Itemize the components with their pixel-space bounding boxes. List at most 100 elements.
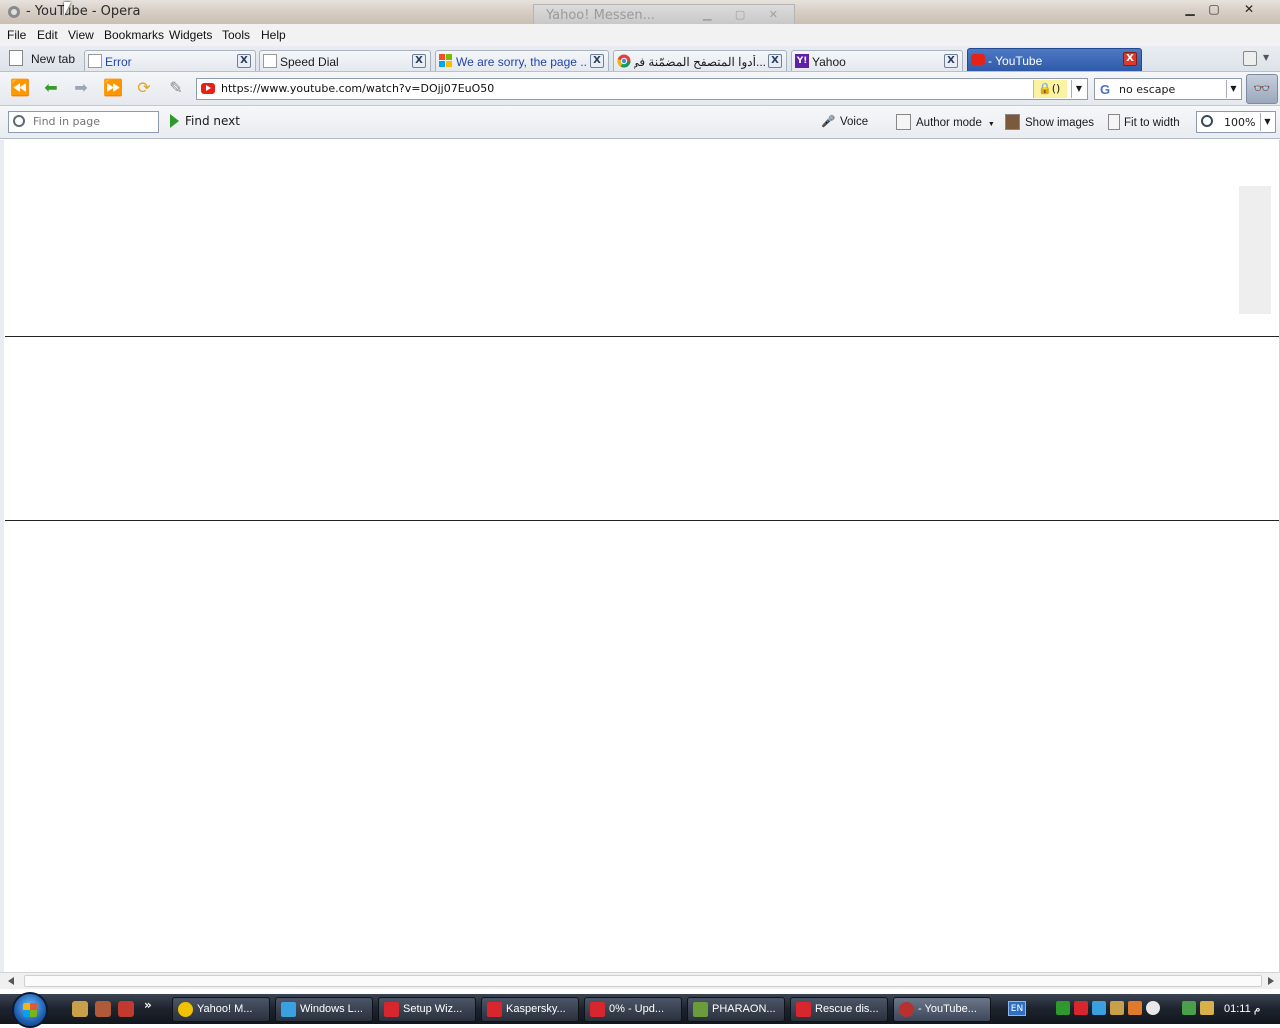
close-tab-icon[interactable]: X [237,54,251,68]
horizontal-scrollbar[interactable] [0,972,1280,989]
find-in-page-input[interactable] [33,115,153,128]
glasses-icon[interactable]: 👓 [1246,74,1278,104]
network-icon[interactable] [1110,1001,1124,1015]
close-tab-icon[interactable]: X [768,54,782,68]
kaspersky-icon [384,1002,399,1017]
menu-file[interactable]: File [7,28,26,42]
menu-help[interactable]: Help [261,28,286,42]
address-field[interactable]: https://www.youtube.com/watch?v=DOjj07Eu… [196,78,1088,100]
reload-button[interactable]: ⟳ [132,78,156,100]
tab-bar: New tab Error X Speed Dial X We are sorr… [0,46,1280,72]
smiley-icon[interactable] [1146,1001,1160,1015]
window-title: - YouTube - Opera [26,4,141,19]
close-tab-icon[interactable]: X [590,54,604,68]
security-badge[interactable]: 🔒() [1033,80,1067,98]
quick-launch-icon[interactable] [95,1001,111,1017]
close-tab-icon[interactable]: X [1123,52,1137,66]
opera-icon[interactable] [118,1001,134,1017]
background-window-controls: ▁ ▢ ✕ [702,8,788,21]
back-button[interactable]: ⬅ [39,78,63,100]
trash-icon[interactable] [1243,51,1257,66]
quick-launch-icon[interactable] [72,1001,88,1017]
taskbar-item-windows-live[interactable]: Windows L... [275,997,373,1022]
maximize-button[interactable]: ▢ [1203,1,1225,18]
menu-tools[interactable]: Tools [222,28,250,42]
tab-yahoo[interactable]: Y! Yahoo X [791,50,963,71]
fit-width-icon [1108,114,1120,130]
embedded-scroll-area[interactable] [1239,186,1271,314]
flag-icon[interactable] [1056,1001,1070,1015]
forward-button[interactable]: ➡ [69,78,93,100]
kaspersky-icon [796,1002,811,1017]
taskbar-item-setup-wizard[interactable]: Setup Wiz... [378,997,476,1022]
close-tab-icon[interactable]: X [412,54,426,68]
menu-widgets[interactable]: Widgets [169,28,212,42]
chevron-down-icon[interactable]: ▼ [1263,53,1269,62]
yahoo-icon: Y! [795,54,809,68]
mouse-cursor [64,2,71,16]
menu-edit[interactable]: Edit [37,28,58,42]
minimize-button[interactable]: ▁ [1179,1,1201,18]
find-next-button[interactable]: Find next [170,114,240,128]
author-mode-button[interactable]: Author mode ▼ [896,114,995,130]
page-icon [263,54,277,68]
start-button[interactable] [12,992,48,1028]
taskbar-item-yahoo-messenger[interactable]: Yahoo! M... [172,997,270,1022]
fast-forward-button[interactable]: ⏩ [101,78,125,100]
taskbar-item-pharaon[interactable]: PHARAON... [687,997,785,1022]
taskbar-item-label: Setup Wiz... [403,1003,463,1015]
scroll-right-icon[interactable] [1268,977,1274,985]
menu-bookmarks[interactable]: Bookmarks [104,28,164,42]
tab-youtube[interactable]: - YouTube X [967,48,1142,71]
rewind-button[interactable]: ⏪ [8,78,32,100]
scroll-left-icon[interactable] [8,977,14,985]
edit-site-prefs-button[interactable]: ✎ [164,78,188,100]
tab-we-are-sorry[interactable]: We are sorry, the page ... X [435,50,609,71]
search-dropdown-button[interactable]: ▼ [1226,80,1240,98]
chevron-right-icon[interactable]: » [144,998,152,1012]
tool-icon[interactable] [1128,1001,1142,1015]
google-icon[interactable]: G [1100,82,1110,97]
taskbar: » Yahoo! M... Windows L... Setup Wiz... … [0,992,1280,1028]
scrollbar-thumb[interactable] [24,975,1262,987]
taskbar-item-update[interactable]: 0% - Upd... [584,997,682,1022]
clock[interactable]: 01:11 م [1224,1002,1261,1015]
show-images-button[interactable]: Show images [1005,114,1094,130]
url-text[interactable]: https://www.youtube.com/watch?v=DOjj07Eu… [221,82,494,95]
kaspersky-icon [487,1002,502,1017]
kaspersky-icon[interactable] [1074,1001,1088,1015]
new-tab-icon [9,50,23,66]
zoom-control[interactable]: 100% ▼ [1196,111,1276,133]
find-in-page-field[interactable] [8,111,159,133]
play-icon [170,114,179,128]
tab-label: Speed Dial [280,55,339,69]
title-bar: - YouTube - Opera Yahoo! Messen... ▁ ▢ ✕… [0,0,1280,24]
search-text[interactable]: no escape [1119,83,1175,96]
address-dropdown-button[interactable]: ▼ [1071,80,1086,98]
find-bar: Find next 🎤 Voice Author mode ▼ Show image… [0,106,1280,139]
background-window-title[interactable]: Yahoo! Messen... ▁ ▢ ✕ [533,4,795,24]
fit-to-width-button[interactable]: Fit to width [1108,114,1180,130]
close-window-button[interactable]: ✕ [1228,1,1270,18]
lock-icon: 🔒 [1038,82,1052,95]
tab-speed-dial[interactable]: Speed Dial X [259,50,431,71]
youtube-icon [971,54,985,65]
tab-error[interactable]: Error X [84,50,256,71]
close-tab-icon[interactable]: X [944,54,958,68]
menu-view[interactable]: View [68,28,94,42]
taskbar-item-youtube-opera[interactable]: - YouTube... [893,997,991,1022]
taskbar-item-label: Yahoo! M... [197,1003,253,1015]
power-icon[interactable] [1200,1001,1214,1015]
voice-button[interactable]: 🎤 Voice [821,114,868,128]
taskbar-item-rescue-disk[interactable]: Rescue dis... [790,997,888,1022]
language-indicator[interactable]: EN [1008,1001,1026,1016]
taskbar-item-kaspersky[interactable]: Kaspersky... [481,997,579,1022]
messenger-icon[interactable] [1092,1001,1106,1015]
tab-label: - YouTube [988,54,1043,68]
taskbar-item-label: Windows L... [300,1003,363,1015]
tab-arabic-page[interactable]: ...أدوا المتصفح المضمّنة في X [613,50,787,71]
zoom-dropdown-button[interactable]: ▼ [1260,113,1274,131]
zoom-value[interactable]: 100% [1224,116,1255,129]
search-field[interactable]: G no escape ▼ [1094,78,1242,100]
battery-icon[interactable] [1182,1001,1196,1015]
